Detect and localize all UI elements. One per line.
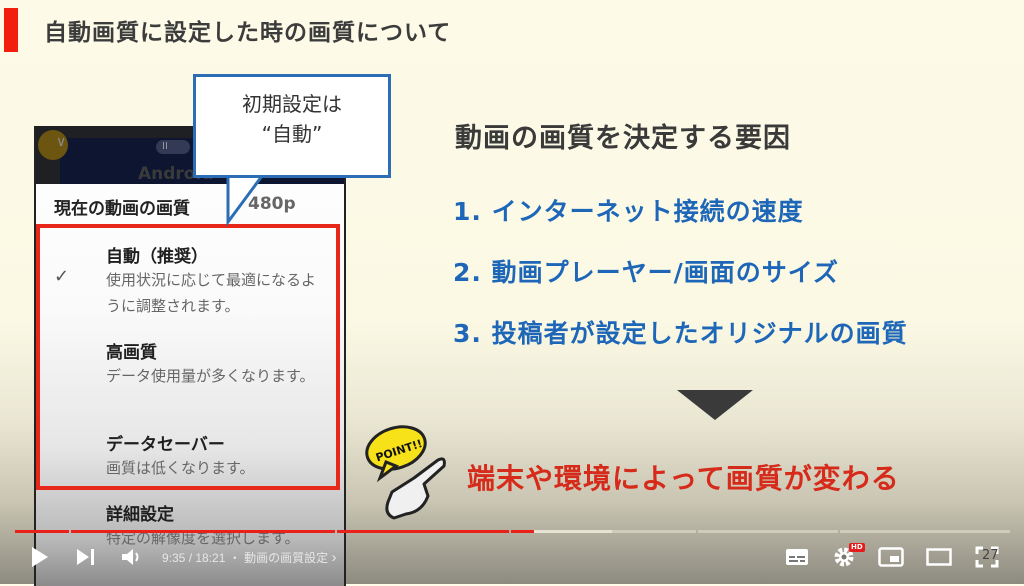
- option-name: 詳細設定: [106, 505, 174, 525]
- chevron-down-icon: ∨: [56, 134, 67, 150]
- progress-played: [337, 530, 509, 533]
- callout-bubble: 初期設定は “自動”: [193, 74, 391, 178]
- conclusion-text: 端末や環境によって画質が変わる: [467, 462, 900, 495]
- point-pointing-hand-icon: POINT!!: [365, 425, 446, 520]
- progress-chapter-track: [697, 530, 838, 533]
- next-icon[interactable]: [76, 548, 96, 566]
- title-accent-bar: [4, 8, 18, 52]
- player-controls: [0, 538, 1024, 584]
- current-quality-value: 480p: [248, 194, 296, 214]
- theater-mode-icon[interactable]: [926, 548, 952, 566]
- subtitles-icon[interactable]: [785, 548, 809, 566]
- factor-item: 2. 動画プレーヤー/画面のサイズ: [453, 258, 839, 287]
- down-arrow-icon: [677, 390, 753, 420]
- factors-heading: 動画の画質を決定する要因: [455, 123, 791, 154]
- pause-icon: II: [156, 140, 190, 154]
- current-quality-label: 現在の動画の画質: [54, 199, 190, 219]
- progress-played: [510, 530, 535, 533]
- slide-title: 自動画質に設定した時の画質について: [44, 20, 452, 46]
- slide-page-number: 27: [982, 548, 999, 563]
- video-frame[interactable]: 自動画質に設定した時の画質について ∨ II Android 現在の動画の画質 …: [0, 0, 1024, 586]
- highlight-frame: [36, 224, 340, 490]
- current-time: 9:35: [162, 551, 186, 565]
- progress-played: [70, 530, 336, 533]
- chapter-title[interactable]: 動画の画質設定: [244, 551, 328, 565]
- progress-chapter-track: [839, 530, 1010, 533]
- chapter-chevron-icon[interactable]: ›: [331, 549, 336, 566]
- factor-item: 3. 投稿者が設定したオリジナルの画質: [453, 319, 908, 348]
- time-display: 9:35 / 18:21 ・ 動画の画質設定 ›: [162, 549, 337, 566]
- hd-badge: HD: [849, 543, 865, 552]
- volume-icon[interactable]: [120, 547, 144, 567]
- chapter-separator: ・: [228, 551, 241, 565]
- progress-played: [15, 530, 69, 533]
- callout-line2: “自動”: [261, 122, 323, 146]
- duration: 18:21: [195, 551, 226, 565]
- play-icon[interactable]: [30, 546, 50, 568]
- callout-line1: 初期設定は: [242, 92, 342, 116]
- factor-item: 1. インターネット接続の速度: [453, 197, 804, 226]
- miniplayer-icon[interactable]: [878, 547, 904, 567]
- progress-bar[interactable]: [15, 530, 1010, 533]
